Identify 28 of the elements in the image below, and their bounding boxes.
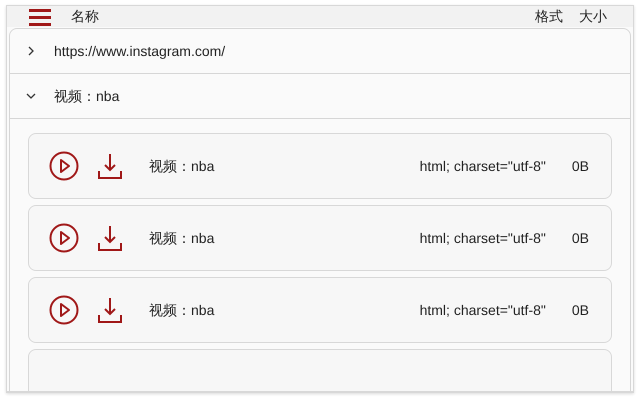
column-header[interactable]: 格式 <box>535 6 563 27</box>
tree-row-label: https://www.instagram.com/ <box>54 42 226 61</box>
download-icon[interactable] <box>95 223 125 253</box>
file-name: 视频：nba <box>149 300 216 320</box>
tree-row[interactable]: 视频：nba <box>10 74 630 119</box>
file-name: 视频：nba <box>149 156 216 176</box>
play-icon[interactable] <box>49 223 79 253</box>
file-format: html; charset="utf-8" <box>420 300 546 320</box>
tree-row-label: 视频：nba <box>54 86 120 106</box>
file-name: 视频：nba <box>149 228 216 248</box>
chevron-right-icon[interactable] <box>26 46 36 56</box>
column-header[interactable]: 大小 <box>579 6 607 27</box>
download-icon[interactable] <box>95 151 125 181</box>
file-format: html; charset="utf-8" <box>420 156 546 176</box>
chevron-down-icon[interactable] <box>26 91 36 101</box>
file-format: html; charset="utf-8" <box>420 228 546 248</box>
menu-icon[interactable] <box>29 8 51 26</box>
file-card[interactable]: 视频：nba html; charset="utf-8" 0B <box>28 277 612 343</box>
file-card[interactable]: 视频：nba html; charset="utf-8" 0B <box>28 205 612 271</box>
name-column-header[interactable]: 名称 <box>71 6 535 27</box>
file-card[interactable]: 视频：nba html; charset="utf-8" 0B <box>28 133 612 199</box>
tree-row[interactable]: https://www.instagram.com/ <box>10 29 630 74</box>
file-size: 0B <box>572 300 589 320</box>
play-icon[interactable] <box>49 151 79 181</box>
download-icon[interactable] <box>95 295 125 325</box>
file-size: 0B <box>572 156 589 176</box>
play-icon[interactable] <box>49 295 79 325</box>
file-size: 0B <box>572 228 589 248</box>
